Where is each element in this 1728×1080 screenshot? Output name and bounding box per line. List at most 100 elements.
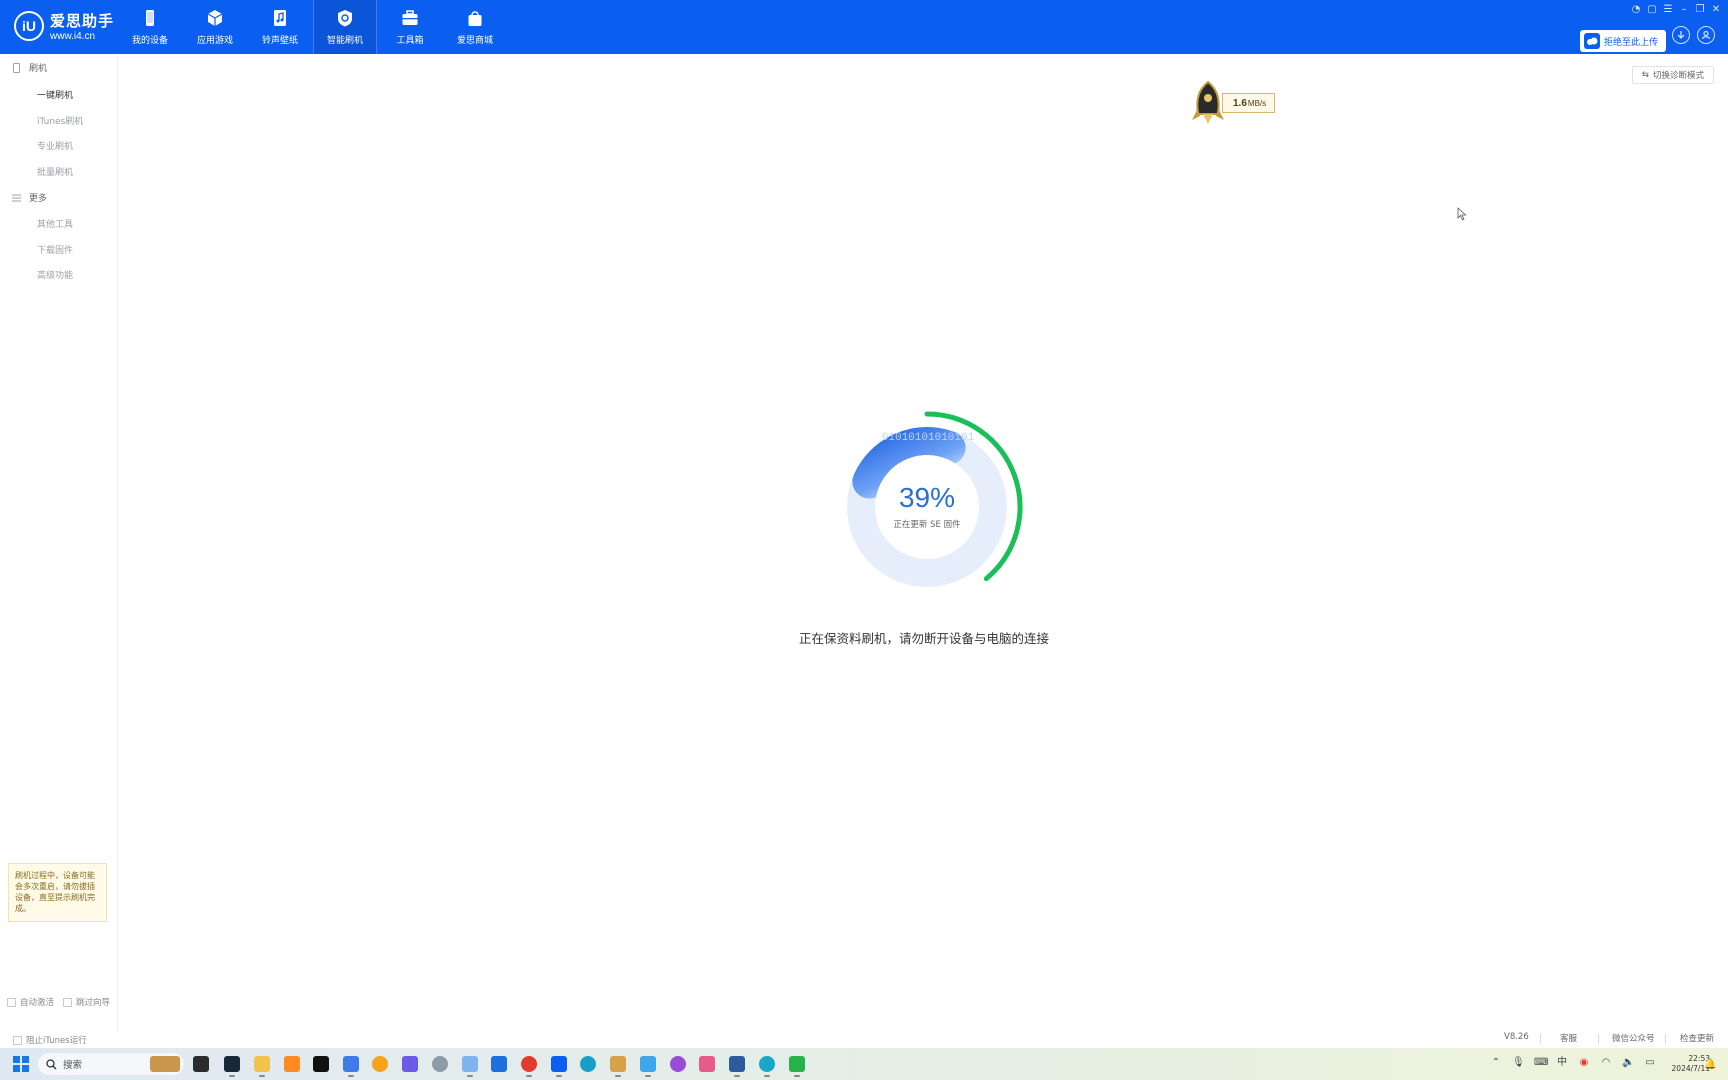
checkbox[interactable] — [7, 997, 16, 1007]
sidebar-item-itunes-flash[interactable]: iTunes刷机 — [37, 114, 83, 127]
game-app-icon[interactable] — [284, 1056, 300, 1072]
input-method-icon[interactable]: 中 — [1556, 1057, 1568, 1069]
menu-icon[interactable]: ☰ — [1662, 4, 1674, 16]
sidebar-item-one-click-flash[interactable]: 一键刷机 — [37, 88, 73, 101]
cube-icon — [207, 9, 223, 26]
toolbox-icon — [402, 9, 418, 25]
progress-subtitle: 正在更新 SE 固件 — [893, 520, 961, 530]
network-app-icon[interactable] — [462, 1056, 478, 1077]
restore-icon[interactable]: ❐ — [1694, 4, 1706, 16]
media-player-icon[interactable] — [372, 1056, 388, 1072]
keyboard-icon[interactable]: ⌨ — [1534, 1057, 1548, 1069]
skip-guide-checkbox[interactable]: 跳过向导 — [63, 996, 110, 1008]
wechat-icon[interactable] — [789, 1056, 805, 1077]
flash-tip-box: 刷机过程中，设备可能会多次重启，请勿拔插设备，直至提示刷机完成。 — [8, 863, 107, 922]
app-logo: iU 爱思助手 www.i4.cn — [14, 10, 114, 42]
capcut-icon[interactable] — [313, 1056, 329, 1072]
tab-ringtones-wallpapers[interactable]: 铃声壁纸 — [248, 0, 312, 54]
file-explorer-icon[interactable] — [254, 1056, 270, 1077]
bilibili-icon[interactable] — [402, 1056, 418, 1072]
checkbox-label: 跳过向导 — [76, 998, 111, 1008]
checkbox-label: 自动激活 — [20, 998, 55, 1008]
shirt-skin-icon[interactable]: ◔ — [1630, 4, 1642, 16]
sidebar-item-other-tools[interactable]: 其他工具 — [37, 217, 73, 230]
top-navigation-bar: iU 爱思助手 www.i4.cn 我的设备 应用游戏 铃声壁纸 智能刷机 工具… — [0, 0, 1728, 54]
divider — [1540, 1034, 1541, 1044]
tab-label: 爱思商城 — [456, 35, 493, 46]
minimize-icon[interactable]: – — [1678, 4, 1690, 16]
shopping-bag-icon — [468, 10, 482, 26]
tab-toolbox[interactable]: 工具箱 — [378, 0, 442, 54]
tab-my-device[interactable]: 我的设备 — [118, 0, 182, 54]
wifi-icon[interactable]: ◠ — [1600, 1057, 1612, 1069]
sidebar-group-label: 更多 — [29, 194, 48, 204]
switch-diagnostic-mode-button[interactable]: ⇆ 切换诊断模式 — [1632, 66, 1714, 84]
browser-app-icon[interactable] — [759, 1056, 775, 1077]
windows-start-icon[interactable] — [13, 1056, 29, 1072]
close-icon[interactable]: ✕ — [1710, 4, 1722, 16]
tab-smart-flash[interactable]: 智能刷机 — [313, 0, 377, 54]
mail-app-icon[interactable] — [343, 1056, 359, 1077]
battery-icon[interactable]: ▭ — [1644, 1057, 1656, 1069]
speed-number: 1.6 — [1233, 97, 1247, 109]
settings-gear-icon[interactable] — [432, 1056, 448, 1072]
status-bar: 阻止iTunes运行 V8.26 客服 微信公众号 检查更新 — [0, 1032, 1728, 1046]
sidebar-item-download-firmware[interactable]: 下载固件 — [37, 243, 73, 256]
microphone-icon[interactable]: 🎙 — [1512, 1057, 1525, 1069]
auto-activate-checkbox[interactable]: 自动激活 — [7, 996, 54, 1008]
sidebar-item-batch-flash[interactable]: 批量刷机 — [37, 165, 73, 178]
search-highlight-image — [150, 1056, 180, 1072]
list-icon — [12, 194, 21, 201]
edge-browser-icon[interactable] — [580, 1056, 596, 1072]
download-icon[interactable] — [1672, 26, 1690, 44]
package-app-icon[interactable] — [729, 1056, 745, 1077]
tab-label: 我的设备 — [131, 35, 168, 46]
game-launcher-icon[interactable] — [670, 1056, 686, 1072]
tab-apps-games[interactable]: 应用游戏 — [183, 0, 247, 54]
sidebar-item-advanced[interactable]: 高级功能 — [37, 268, 73, 281]
checkbox[interactable] — [13, 1035, 22, 1045]
task-view-icon[interactable] — [193, 1056, 209, 1072]
progress-center: 39% 正在更新 SE 固件 — [830, 410, 1024, 604]
taskbar-clock[interactable]: 22:53 2024/7/11 — [1660, 1054, 1710, 1074]
speed-unit: MB/s — [1247, 98, 1267, 108]
mouse-cursor-icon — [1457, 207, 1467, 221]
diag-label: 切换诊断模式 — [1653, 71, 1705, 81]
clock-date: 2024/7/11 — [1671, 1064, 1710, 1073]
sidebar-item-pro-flash[interactable]: 专业刷机 — [37, 139, 73, 152]
cloud-upload-button[interactable]: 拒绝至此上传 — [1580, 30, 1666, 52]
search-placeholder: 搜索 — [63, 1060, 83, 1071]
feedback-icon[interactable]: ▢ — [1646, 4, 1658, 16]
video-app-icon[interactable] — [699, 1056, 715, 1072]
tab-i4-store[interactable]: 爱思商城 — [443, 0, 507, 54]
windows-taskbar: 搜索 ⌃ 🎙 ⌨ 中 ◉ ◠ 🔈 ▭ 22:53 2024/7/11 🔔 — [0, 1048, 1728, 1080]
phone-icon — [146, 9, 154, 26]
volume-icon[interactable]: 🔈 — [1622, 1057, 1634, 1069]
speed-value: 1.6 MB/s — [1222, 93, 1276, 113]
chevron-up-icon[interactable]: ⌃ — [1490, 1057, 1502, 1069]
steam-icon[interactable] — [224, 1056, 240, 1077]
notification-bell-icon[interactable]: 🔔 — [1704, 1059, 1716, 1070]
upload-label: 拒绝至此上传 — [1604, 37, 1659, 48]
download-speed-badge: 1.6 MB/s — [1190, 80, 1276, 126]
check-update-link[interactable]: 检查更新 — [1680, 1032, 1714, 1044]
tab-label: 智能刷机 — [326, 35, 363, 46]
tab-label: 工具箱 — [396, 35, 424, 46]
sidebar-group-flash[interactable]: 刷机 — [12, 61, 47, 74]
divider — [1665, 1034, 1666, 1044]
block-itunes-checkbox[interactable]: 阻止iTunes运行 — [13, 1034, 87, 1046]
photos-app-icon[interactable] — [610, 1056, 626, 1077]
user-account-icon[interactable] — [1697, 26, 1715, 44]
checkbox[interactable] — [63, 997, 72, 1007]
netease-music-icon[interactable] — [521, 1056, 537, 1077]
taskbar-search[interactable]: 搜索 — [38, 1053, 184, 1075]
chat-app-icon[interactable] — [640, 1056, 656, 1077]
wechat-link[interactable]: 微信公众号 — [1612, 1032, 1655, 1044]
kugou-icon[interactable] — [491, 1056, 507, 1072]
antivirus-icon[interactable]: ◉ — [1578, 1057, 1590, 1069]
i4-assistant-icon[interactable] — [551, 1056, 567, 1077]
customer-service-link[interactable]: 客服 — [1560, 1032, 1577, 1044]
window-controls: ◔ ▢ ☰ – ❐ ✕ — [1630, 4, 1722, 16]
music-file-icon — [274, 9, 286, 26]
sidebar-group-more[interactable]: 更多 — [12, 191, 47, 204]
